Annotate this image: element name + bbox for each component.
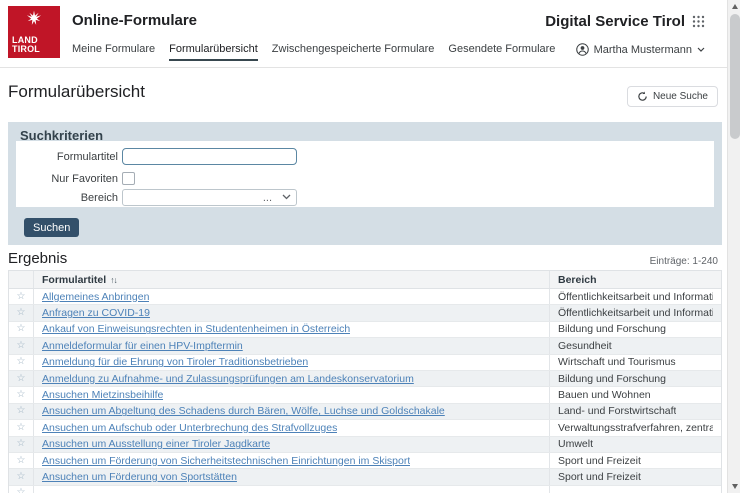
table-row: ☆ Anmeldung für die Ehrung von Tiroler T… — [9, 355, 721, 371]
favorite-star-icon[interactable]: ☆ — [17, 439, 26, 449]
favorite-star-icon[interactable]: ☆ — [17, 324, 26, 334]
scroll-up-arrow[interactable] — [728, 0, 740, 13]
results-table: Formulartitel ↑↓ Bereich ☆ Allgemeines A… — [8, 270, 722, 493]
bereich-value: Umwelt — [558, 438, 593, 450]
bereich-column-label: Bereich — [558, 274, 597, 286]
bereich-select[interactable]: ... — [122, 189, 297, 206]
form-link[interactable]: Ankauf von Einweisungsrechten in Student… — [42, 323, 350, 335]
favorite-star-icon[interactable]: ☆ — [17, 341, 26, 351]
favorite-star-icon[interactable]: ☆ — [17, 423, 26, 433]
form-link[interactable]: Ansuchen um Ausstellung einer Tiroler Ja… — [42, 438, 270, 450]
form-link[interactable]: Anmeldeformular für einen HPV-Impftermin — [42, 340, 243, 352]
bereich-value: Land- und Forstwirtschaft — [558, 405, 676, 417]
favorite-star-icon[interactable]: ☆ — [17, 390, 26, 400]
brand-area: Digital Service Tirol — [545, 13, 705, 30]
form-link[interactable]: Anmeldung für die Ehrung von Tiroler Tra… — [42, 356, 308, 368]
table-row: ☆ Allgemeines Anbringen Öffentlichkeitsa… — [9, 289, 721, 305]
form-link[interactable]: Anfragen zu COVID-19 — [42, 307, 150, 319]
bereich-value: Gesundheit — [558, 340, 612, 352]
formulartitel-column-header[interactable]: Formulartitel ↑↓ — [34, 271, 549, 288]
search-panel: Suchkriterien Formulartitel Nur Favorite… — [8, 122, 722, 245]
table-row: ☆ Anmeldung zu Aufnahme- und Zulassungsp… — [9, 371, 721, 387]
suchen-button[interactable]: Suchen — [24, 218, 79, 237]
formulartitel-label: Formulartitel — [16, 151, 118, 163]
form-link[interactable]: Ansuchen um Aufschub oder Unterbrechung … — [42, 422, 337, 434]
main-nav: Meine Formulare Formularübersicht Zwisch… — [72, 43, 555, 61]
favorite-star-icon[interactable]: ☆ — [17, 406, 26, 416]
bereich-column-header: Bereich — [549, 271, 721, 288]
bereich-value: Bauen und Wohnen — [558, 389, 651, 401]
page-title: Formularübersicht — [8, 82, 145, 102]
brand-name: Digital Service Tirol — [545, 13, 685, 30]
tab-zwischengespeicherte-formulare[interactable]: Zwischengespeicherte Formulare — [272, 43, 435, 61]
search-form: Formulartitel Nur Favoriten Bereich ... — [16, 141, 714, 207]
app-title: Online-Formulare — [72, 12, 197, 29]
results-table-body: ☆ Allgemeines Anbringen Öffentlichkeitsa… — [9, 289, 721, 493]
table-row: ☆ Ankauf von Einweisungsrechten in Stude… — [9, 322, 721, 338]
entries-count: Einträge: 1-240 — [650, 256, 718, 267]
nur-favoriten-checkbox[interactable] — [122, 172, 135, 185]
table-row: ☆ Anmeldeformular für einen HPV-Impfterm… — [9, 338, 721, 354]
form-link[interactable]: Anmeldung zu Aufnahme- und Zulassungsprü… — [42, 373, 414, 385]
user-icon — [576, 43, 589, 56]
form-link[interactable]: Ansuchen um Förderung von Sicherheitstec… — [42, 455, 410, 467]
tirol-eagle-icon — [24, 9, 44, 29]
chevron-down-icon — [282, 194, 291, 200]
form-link[interactable]: Allgemeines Anbringen — [42, 291, 149, 303]
favorite-star-icon[interactable]: ☆ — [17, 374, 26, 384]
table-row: ☆ Ansuchen um Abgeltung des Schadens dur… — [9, 404, 721, 420]
bereich-value: Öffentlichkeitsarbeit und Informationswe… — [558, 307, 713, 319]
bereich-value: Verwaltungsstrafverfahren, zentrale Durc… — [558, 422, 713, 434]
formulartitel-input[interactable] — [122, 148, 297, 165]
sort-icon: ↑↓ — [110, 275, 117, 285]
favorite-star-icon[interactable]: ☆ — [17, 357, 26, 367]
favorite-column-header — [9, 271, 34, 288]
table-row: ☆ Ansuchen um Förderung von Sicherheitst… — [9, 453, 721, 469]
favorite-star-icon[interactable]: ☆ — [17, 472, 26, 482]
form-link[interactable]: Ansuchen um Abgeltung des Schadens durch… — [42, 405, 445, 417]
user-name: Martha Mustermann — [594, 44, 692, 56]
page: LAND TIROL Online-Formulare Meine Formul… — [0, 0, 740, 493]
formulartitel-column-label: Formulartitel — [42, 274, 106, 286]
tab-meine-formulare[interactable]: Meine Formulare — [72, 43, 155, 61]
bereich-value: Sport und Freizeit — [558, 471, 641, 483]
bereich-value: Bildung und Forschung — [558, 323, 666, 335]
vertical-scrollbar[interactable] — [727, 0, 740, 493]
table-row: ☆ Ansuchen um Aufschub oder Unterbrechun… — [9, 420, 721, 436]
bereich-value: Sport und Freizeit — [558, 455, 641, 467]
bereich-select-value: ... — [263, 192, 272, 204]
favorite-star-icon[interactable]: ☆ — [17, 292, 26, 302]
user-menu[interactable]: Martha Mustermann — [576, 43, 705, 56]
table-row: ☆ — [9, 486, 721, 493]
chevron-down-icon — [697, 47, 705, 52]
table-row: ☆ Ansuchen Mietzinsbeihilfe Bauen und Wo… — [9, 387, 721, 403]
scrollbar-thumb[interactable] — [730, 14, 740, 139]
favorite-star-icon[interactable]: ☆ — [17, 456, 26, 466]
table-row: ☆ Ansuchen um Ausstellung einer Tiroler … — [9, 437, 721, 453]
app-header: LAND TIROL Online-Formulare Meine Formul… — [0, 0, 727, 68]
logo-text: LAND TIROL — [12, 36, 56, 54]
nur-favoriten-label: Nur Favoriten — [16, 173, 118, 185]
bereich-value: Öffentlichkeitsarbeit und Informationswe… — [558, 291, 713, 303]
bereich-label: Bereich — [16, 192, 118, 204]
results-title: Ergebnis — [8, 250, 67, 267]
form-link[interactable]: Ansuchen um Förderung von Sportstätten — [42, 471, 237, 483]
scroll-down-arrow[interactable] — [728, 480, 740, 493]
bereich-value: Wirtschaft und Tourismus — [558, 356, 676, 368]
table-row: ☆ Anfragen zu COVID-19 Öffentlichkeitsar… — [9, 305, 721, 321]
refresh-icon — [637, 91, 648, 102]
favorite-star-icon[interactable]: ☆ — [17, 308, 26, 318]
tab-gesendete-formulare[interactable]: Gesendete Formulare — [448, 43, 555, 61]
results-table-header: Formulartitel ↑↓ Bereich — [9, 271, 721, 289]
land-tirol-logo[interactable]: LAND TIROL — [8, 6, 60, 58]
favorite-star-icon[interactable]: ☆ — [17, 488, 26, 493]
new-search-label: Neue Suche — [653, 91, 708, 102]
table-row: ☆ Ansuchen um Förderung von Sportstätten… — [9, 469, 721, 485]
bereich-value: Bildung und Forschung — [558, 373, 666, 385]
form-link[interactable]: Ansuchen Mietzinsbeihilfe — [42, 389, 163, 401]
app-grid-icon[interactable] — [692, 15, 705, 28]
tab-formularuebersicht[interactable]: Formularübersicht — [169, 43, 258, 61]
new-search-button[interactable]: Neue Suche — [627, 86, 718, 107]
